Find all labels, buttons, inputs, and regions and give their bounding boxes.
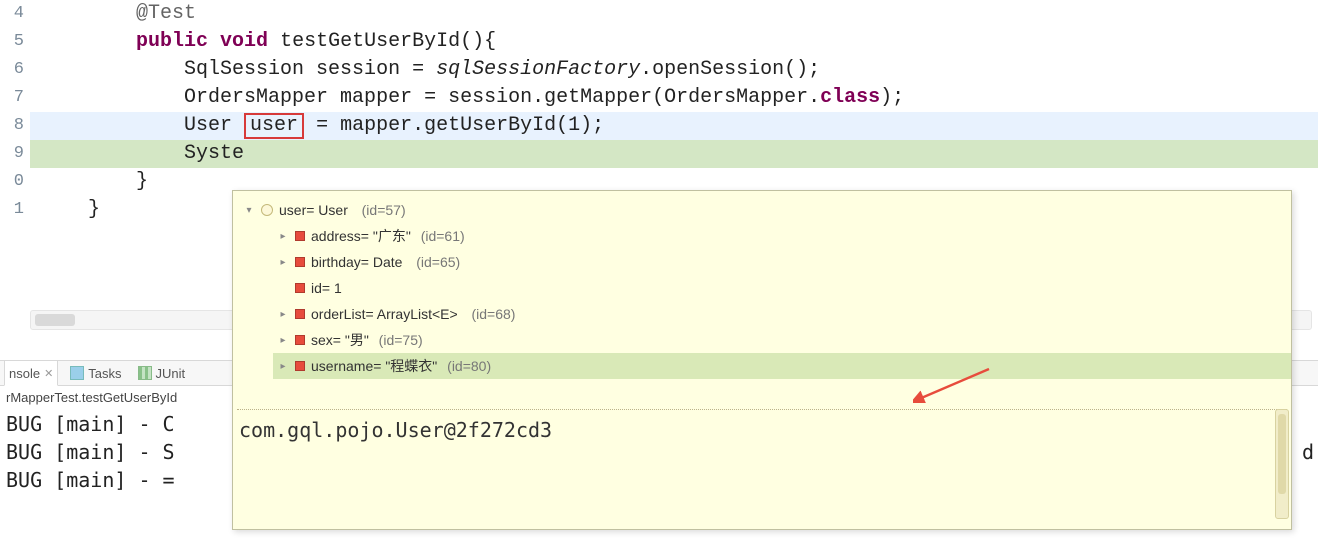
code-text: } [136,170,148,193]
chevron-right-icon[interactable] [277,335,289,346]
breadcrumb: rMapperTest.testGetUserById [0,386,183,409]
gutter-line-number: 7 [0,84,30,112]
tree-node[interactable]: id= 1 [273,275,1291,301]
field-icon [295,257,305,267]
tree-node[interactable]: username= "程蝶衣" (id=80) [273,353,1291,379]
gutter-line-number: 8 [0,112,30,140]
junit-icon [138,366,152,380]
gutter-line-number: 6 [0,56,30,84]
popup-vertical-scrollbar[interactable] [1275,409,1289,519]
chevron-right-icon[interactable] [277,361,289,372]
node-label: address= "广东" [311,226,411,246]
code-text: .openSession(); [640,58,820,81]
tasks-icon [70,366,84,380]
field-icon [295,283,305,293]
field-icon [295,309,305,319]
tab-junit[interactable]: JUnit [134,366,190,381]
variable-highlight-user[interactable]: user [244,113,304,139]
keyword: void [220,30,268,53]
node-meta: (id=61) [417,228,465,244]
console-row: BUG [main] - S [6,438,175,466]
node-label: id= 1 [311,280,342,296]
tree-node[interactable]: sex= "男" (id=75) [273,327,1291,353]
gutter-line-number: 9 [0,140,30,168]
code-text: Syste [184,142,244,165]
scrollbar-thumb[interactable] [35,314,75,326]
chevron-right-icon[interactable] [277,231,289,242]
node-label: birthday= Date [311,254,402,270]
node-label: username= "程蝶衣" [311,356,437,376]
tree-node[interactable]: address= "广东" (id=61) [273,223,1291,249]
tab-label: Tasks [88,366,121,381]
node-label: sex= "男" [311,330,369,350]
gutter-line-number: 5 [0,28,30,56]
code-text: SqlSession session = [184,58,436,81]
code-text: = mapper.getUserById(1); [304,114,604,137]
chevron-down-icon[interactable] [243,205,255,216]
code-line[interactable]: OrdersMapper mapper = session.getMapper(… [30,84,1318,112]
code-text: testGetUserById(){ [268,30,496,53]
node-label: user= User [279,202,348,218]
field-icon [295,335,305,345]
console-row-tail: d [1302,438,1318,466]
debug-inspect-popup[interactable]: user= User (id=57) address= "广东" (id=61)… [232,190,1292,530]
tab-tasks[interactable]: Tasks [66,366,125,381]
field-icon [295,361,305,371]
debug-tostring-output: com.gql.pojo.User@2f272cd3 [237,409,1287,442]
scrollbar-thumb[interactable] [1278,414,1286,494]
tree-node[interactable]: birthday= Date (id=65) [273,249,1291,275]
keyword: class [820,86,880,109]
code-line-current[interactable]: User user = mapper.getUserById(1); [30,112,1318,140]
node-meta: (id=80) [443,358,491,374]
gutter-line-number: 1 [0,196,30,224]
tab-console[interactable]: nsole ✕ [4,360,58,386]
node-meta: (id=65) [408,254,460,270]
static-call: sqlSessionFactory [436,58,640,81]
code-line[interactable]: public void testGetUserById(){ [30,28,1318,56]
code-line[interactable]: @Test [30,0,1318,28]
gutter-line-number: 4 [0,0,30,28]
keyword: public [136,30,208,53]
node-meta: (id=57) [354,202,406,218]
node-label: orderList= ArrayList<E> [311,306,458,322]
object-icon [261,204,273,216]
code-line-exec[interactable]: Syste [30,140,1318,168]
code-line[interactable]: SqlSession session = sqlSessionFactory.o… [30,56,1318,84]
close-icon[interactable]: ✕ [44,367,53,380]
code-text: } [88,198,100,221]
node-meta: (id=68) [464,306,516,322]
code-text: User [184,114,244,137]
tab-label: JUnit [156,366,186,381]
field-icon [295,231,305,241]
chevron-right-icon[interactable] [277,309,289,320]
tab-label: nsole [9,366,40,381]
tree-node-root[interactable]: user= User (id=57) [239,197,1291,223]
debug-tree[interactable]: user= User (id=57) address= "广东" (id=61)… [233,191,1291,385]
tree-node[interactable]: orderList= ArrayList<E> (id=68) [273,301,1291,327]
gutter-line-number: 0 [0,168,30,196]
code-text: OrdersMapper mapper = session.getMapper(… [184,86,820,109]
chevron-right-icon[interactable] [277,257,289,268]
node-meta: (id=75) [375,332,423,348]
code-text: ); [880,86,904,109]
annotation-text: @Test [136,2,196,25]
